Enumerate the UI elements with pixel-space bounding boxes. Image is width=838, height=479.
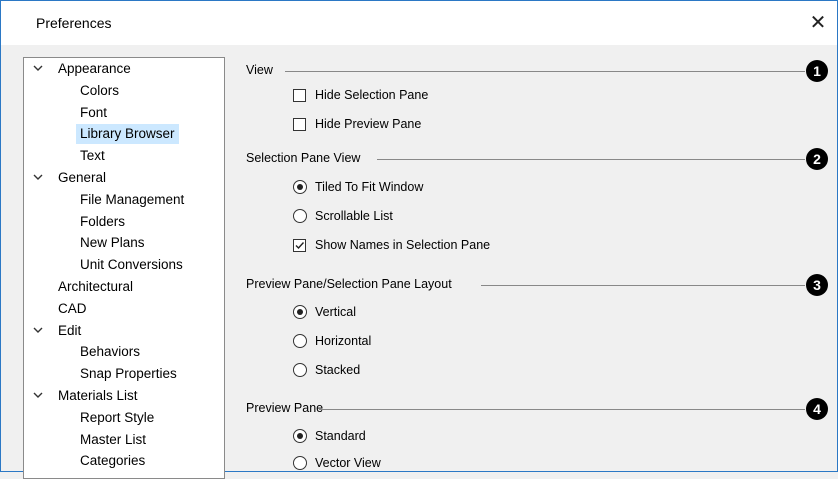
callout-badge-3: 3 bbox=[806, 274, 828, 296]
radio-circle bbox=[293, 305, 307, 319]
checkbox-label: Show Names in Selection Pane bbox=[315, 238, 491, 252]
tree-item-label: Edit bbox=[58, 322, 82, 338]
radio-circle bbox=[293, 334, 307, 348]
tree-item-label: Master List bbox=[80, 431, 147, 447]
tree-item-report-style[interactable]: Report Style bbox=[76, 408, 158, 428]
tree-item-label: CAD bbox=[58, 300, 87, 316]
radio-circle bbox=[293, 429, 307, 443]
section-divider bbox=[481, 285, 805, 286]
tree-item-label: Architectural bbox=[58, 279, 134, 294]
tree-item-folders[interactable]: Folders bbox=[76, 212, 129, 232]
tree-item-label: Library Browser bbox=[80, 126, 175, 142]
radio-label: Vertical bbox=[315, 305, 356, 319]
callout-badge-2: 2 bbox=[806, 148, 828, 170]
tree-item-label: Appearance bbox=[58, 61, 131, 76]
tree-item-label: General bbox=[58, 170, 107, 185]
callout-badge-4: 4 bbox=[806, 398, 828, 420]
section-divider bbox=[319, 409, 805, 410]
tree-item-text[interactable]: Text bbox=[76, 146, 109, 166]
section-title-selection-pane-view: Selection Pane View bbox=[246, 151, 361, 165]
tree-item-label: Snap Properties bbox=[80, 366, 177, 382]
radio-label: Tiled To Fit Window bbox=[315, 180, 424, 194]
tree-item-label: Report Style bbox=[80, 409, 155, 425]
radio-dot-icon bbox=[297, 309, 303, 315]
tree-item-snap-properties[interactable]: Snap Properties bbox=[76, 364, 181, 384]
tree-item-behaviors[interactable]: Behaviors bbox=[76, 342, 144, 362]
section-title-layout: Preview Pane/Selection Pane Layout bbox=[246, 277, 452, 291]
tree-item-label: File Management bbox=[80, 191, 185, 207]
tree-item-label: Text bbox=[80, 148, 105, 164]
tree-item-label: New Plans bbox=[80, 235, 145, 251]
checkmark-icon bbox=[295, 242, 305, 250]
tree-item-edit[interactable]: Edit bbox=[33, 321, 85, 341]
preferences-dialog: Preferences ✕ Appearance Colors Font Librar… bbox=[0, 0, 838, 479]
tree-item-label: Behaviors bbox=[80, 344, 141, 360]
tree-item-font[interactable]: Font bbox=[76, 103, 111, 123]
tree-item-cad[interactable]: CAD bbox=[54, 299, 91, 319]
dialog-title: Preferences bbox=[36, 15, 112, 31]
tree-item-general[interactable]: General bbox=[33, 168, 110, 188]
radio-circle bbox=[293, 209, 307, 223]
radio-circle bbox=[293, 180, 307, 194]
section-title-preview-pane: Preview Pane bbox=[246, 401, 324, 415]
tree-item-architectural[interactable]: Architectural bbox=[54, 277, 137, 297]
checkbox-box bbox=[293, 89, 306, 102]
tree-item-label: Folders bbox=[80, 213, 126, 229]
chevron-down-icon[interactable] bbox=[31, 321, 45, 341]
chevron-down-icon[interactable] bbox=[31, 386, 45, 406]
tree-item-label: Colors bbox=[80, 82, 120, 98]
radio-circle bbox=[293, 456, 307, 470]
radio-label: Vector View bbox=[315, 456, 381, 470]
radio-dot-icon bbox=[297, 433, 303, 439]
radio-label: Scrollable List bbox=[315, 209, 393, 223]
radio-label: Horizontal bbox=[315, 334, 372, 348]
tree-item-appearance[interactable]: Appearance bbox=[33, 59, 135, 79]
tree-item-label: Materials List bbox=[58, 388, 138, 403]
checkbox-label: Hide Selection Pane bbox=[315, 88, 429, 102]
radio-label: Stacked bbox=[315, 363, 361, 377]
section-divider bbox=[285, 71, 805, 72]
tree-item-unit-conversions[interactable]: Unit Conversions bbox=[76, 255, 187, 275]
callout-badge-1: 1 bbox=[806, 60, 828, 82]
tree-item-file-management[interactable]: File Management bbox=[76, 190, 188, 210]
tree-item-library-browser[interactable]: Library Browser bbox=[76, 124, 179, 145]
checkbox-label: Hide Preview Pane bbox=[315, 117, 422, 131]
tree-item-label: Categories bbox=[80, 453, 146, 469]
tree-item-categories[interactable]: Categories bbox=[76, 451, 149, 471]
radio-circle bbox=[293, 363, 307, 377]
tree-item-new-plans[interactable]: New Plans bbox=[76, 233, 149, 253]
category-tree[interactable]: Appearance Colors Font Library Browser Text G… bbox=[23, 57, 225, 479]
tree-item-materials-list[interactable]: Materials List bbox=[33, 386, 142, 406]
checkbox-box bbox=[293, 239, 306, 252]
chevron-down-icon[interactable] bbox=[31, 168, 45, 188]
chevron-down-icon[interactable] bbox=[31, 59, 45, 79]
tree-item-label: Unit Conversions bbox=[80, 257, 183, 273]
checkbox-box bbox=[293, 118, 306, 131]
tree-item-master-list[interactable]: Master List bbox=[76, 430, 150, 450]
title-bar: Preferences ✕ bbox=[1, 1, 837, 45]
section-title-view: View bbox=[246, 63, 273, 77]
radio-label: Standard bbox=[315, 429, 366, 443]
radio-dot-icon bbox=[297, 184, 303, 190]
close-button[interactable]: ✕ bbox=[805, 11, 831, 35]
tree-item-label: Font bbox=[80, 104, 108, 120]
section-divider bbox=[377, 159, 805, 160]
tree-item-colors[interactable]: Colors bbox=[76, 81, 123, 101]
